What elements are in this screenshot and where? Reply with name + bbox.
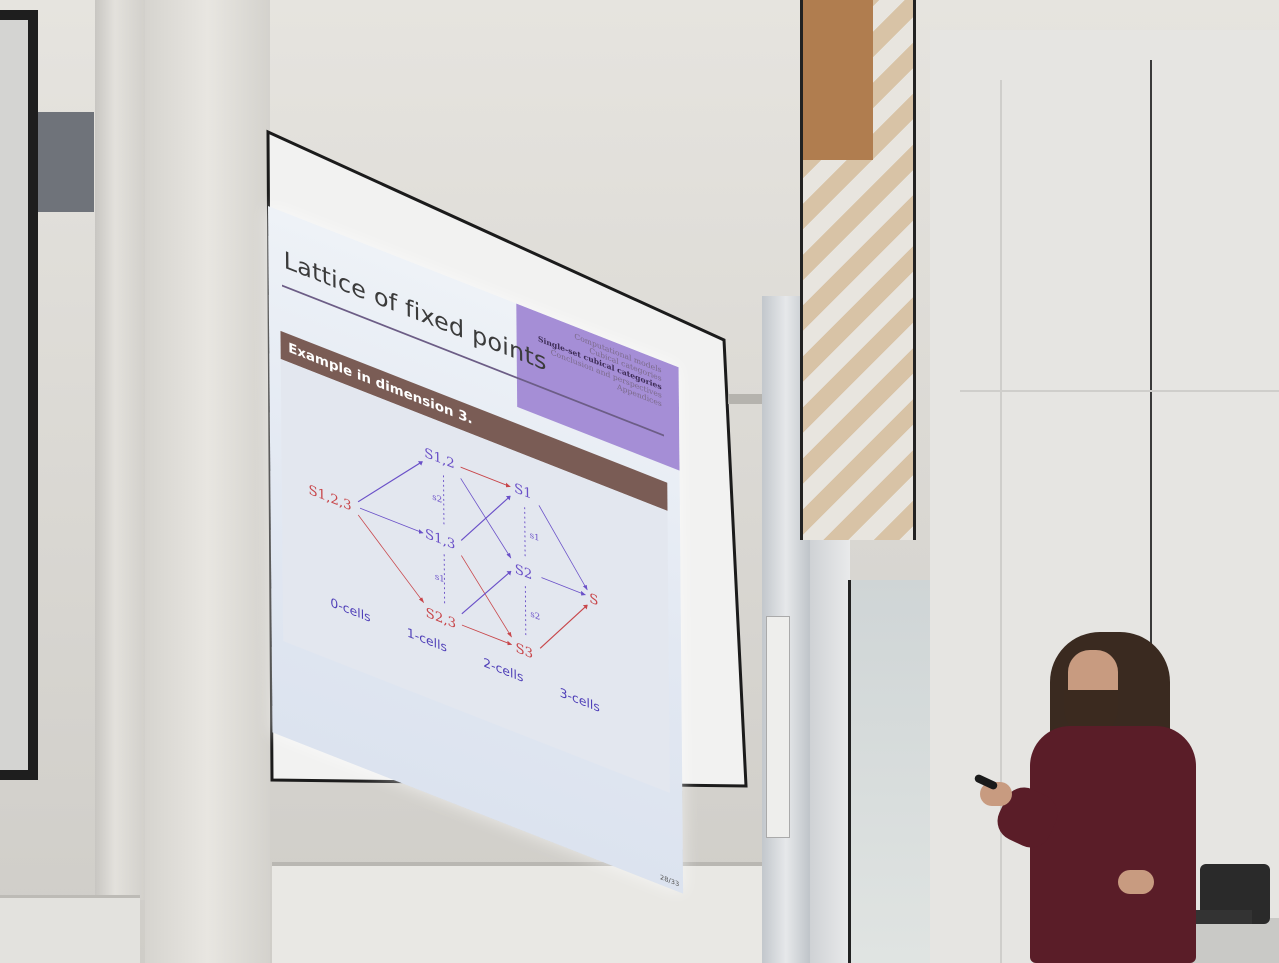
wall-panel-line bbox=[960, 390, 1279, 392]
node-s: S bbox=[589, 591, 598, 610]
edge-label: s2 bbox=[432, 492, 442, 505]
whiteboard bbox=[272, 862, 842, 963]
node-s1: S1 bbox=[514, 480, 532, 502]
node-s23: S2,3 bbox=[426, 605, 457, 632]
edge bbox=[461, 624, 513, 646]
node-s2: S2 bbox=[515, 561, 533, 583]
node-s12: S1,2 bbox=[424, 445, 455, 472]
edge bbox=[357, 461, 423, 503]
edge-label: s1 bbox=[530, 531, 540, 544]
node-s3: S3 bbox=[515, 640, 533, 662]
edge bbox=[460, 495, 511, 541]
lecture-room-photo: Computational models Cubical categories … bbox=[0, 0, 1279, 963]
wall-notice bbox=[766, 616, 790, 838]
window-wood-top bbox=[803, 0, 873, 160]
edge bbox=[460, 466, 511, 488]
edge bbox=[461, 570, 512, 615]
edge bbox=[539, 604, 588, 649]
projected-slide-wrapper: Computational models Cubical categories … bbox=[268, 206, 698, 894]
edge bbox=[357, 514, 425, 603]
presenter-shirt bbox=[1030, 726, 1196, 963]
edge-label: s2 bbox=[530, 610, 540, 623]
presenter-hand-left bbox=[1118, 870, 1154, 894]
node-s123: S1,2,3 bbox=[308, 482, 351, 514]
edge bbox=[360, 507, 424, 534]
edge bbox=[541, 577, 586, 596]
edge bbox=[460, 555, 512, 638]
edge bbox=[538, 505, 588, 591]
node-s13: S1,3 bbox=[425, 526, 456, 553]
edge-label: s1 bbox=[435, 572, 445, 585]
